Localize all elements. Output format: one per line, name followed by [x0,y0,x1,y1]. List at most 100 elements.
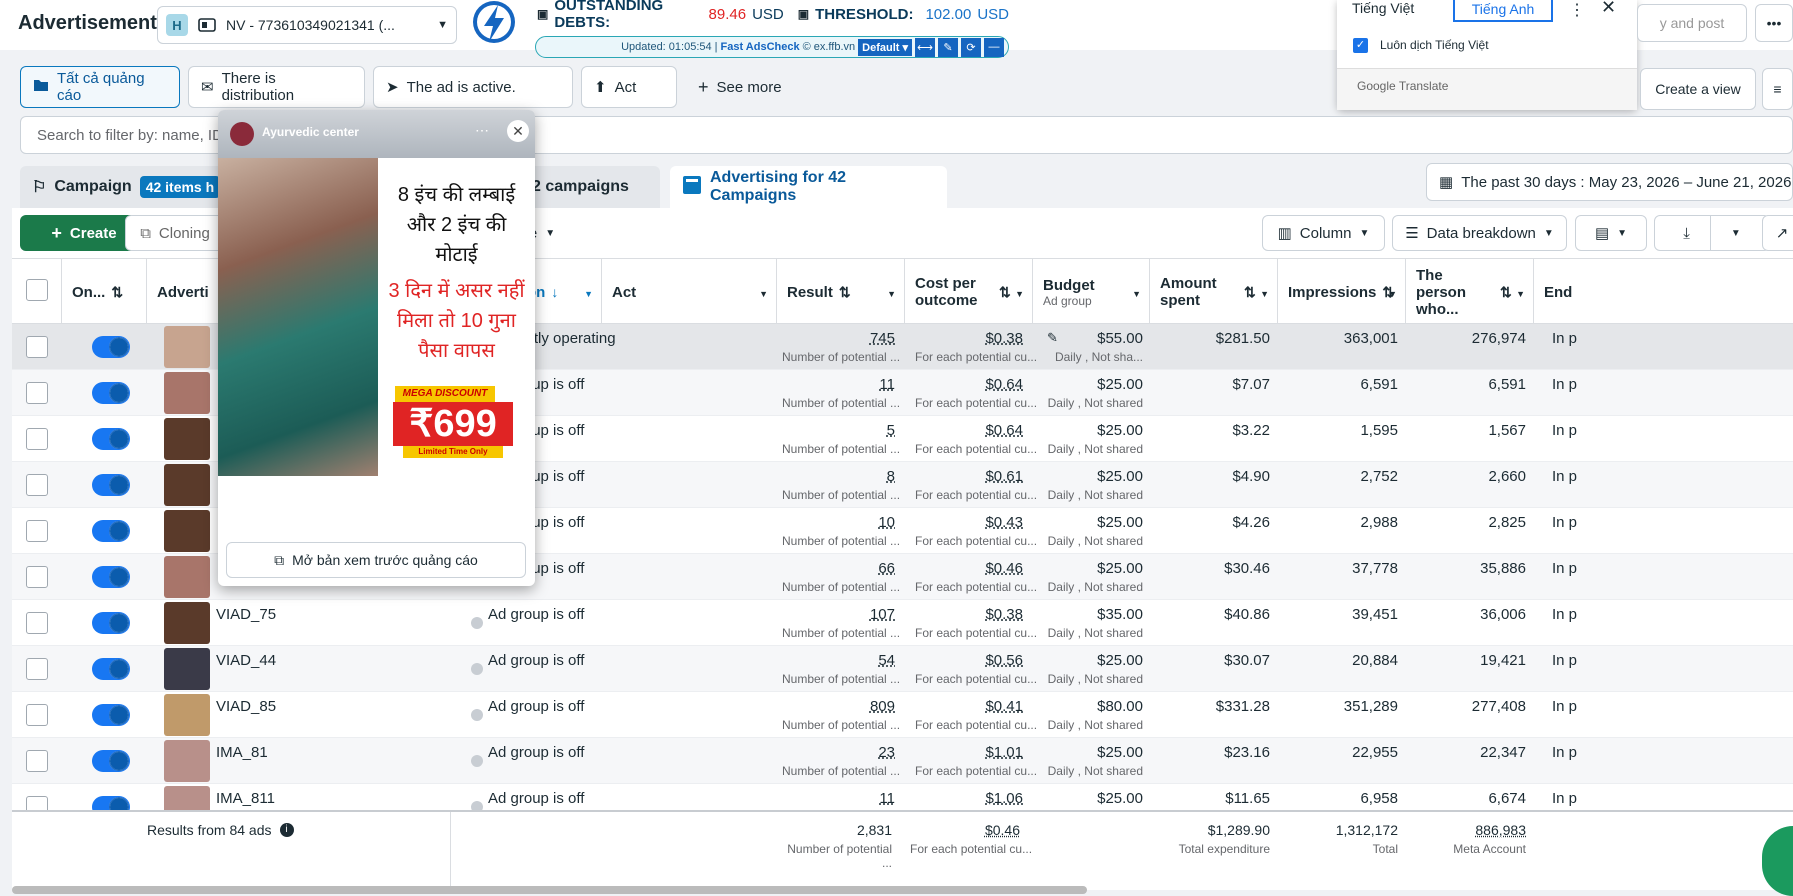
row-toggle[interactable] [92,520,130,542]
ad-thumbnail [164,418,210,460]
cell-end: In p [1552,698,1578,715]
tab-source-language[interactable]: Tiếng Việt [1352,0,1414,22]
see-more-button[interactable]: + See more [686,66,796,108]
table-row[interactable]: VIAD_75 Ad group is off 107 Number of poten… [12,600,1793,646]
row-toggle[interactable] [92,704,130,726]
column-onoff[interactable]: On... ⇅ [62,259,147,325]
settings-button[interactable]: ≡ [1762,68,1793,110]
expand-icon[interactable]: ⟷ [915,37,935,57]
ad-name[interactable]: IMA_811 [216,790,275,807]
row-toggle[interactable] [92,474,130,496]
tab-target-language[interactable]: Tiếng Anh [1453,0,1553,22]
ad-name[interactable]: VIAD_85 [216,698,276,715]
flag-icon: ⚐ [32,179,47,196]
cell-result: 66 [878,560,895,577]
row-toggle[interactable] [92,612,130,634]
date-range-picker[interactable]: ▦ The past 30 days : May 23, 2026 – June… [1426,163,1793,201]
row-checkbox[interactable] [26,658,48,680]
row-checkbox[interactable] [26,566,48,588]
partial-button[interactable]: y and post [1637,4,1747,42]
page-avatar [230,122,254,146]
select-all-checkbox[interactable] [26,279,48,301]
table-row[interactable]: IMA_81 Ad group is off 23 Number of potenti… [12,738,1793,784]
more-icon[interactable]: ⋯ [475,122,489,139]
more-button[interactable]: ••• [1755,4,1793,42]
ad-name[interactable]: VIAD_75 [216,606,276,623]
row-toggle[interactable] [92,658,130,680]
row-checkbox[interactable] [26,612,48,634]
row-toggle[interactable] [92,750,130,772]
close-icon[interactable]: ✕ [507,120,529,142]
horizontal-scrollbar[interactable] [12,886,1087,894]
tab-ads[interactable]: Advertising for 42 Campaigns [670,166,947,208]
row-toggle[interactable] [92,796,130,810]
row-checkbox[interactable] [26,474,48,496]
cloning-button[interactable]: ⧉ Cloning [125,215,225,251]
create-view-button[interactable]: Create a view [1640,68,1756,110]
row-checkbox[interactable] [26,520,48,542]
ad-thumbnail [164,510,210,552]
column-end[interactable]: End [1534,259,1594,325]
row-checkbox[interactable] [26,382,48,404]
always-translate-checkbox[interactable]: ✓ [1353,38,1368,53]
total-cpo: $0.46 [984,822,1020,838]
table-row[interactable]: VIAD_44 Ad group is off 54 Number of potent… [12,646,1793,692]
column-button[interactable]: ▥ Column ▼ [1262,215,1385,251]
filter-ad-active[interactable]: ➤ The ad is active. [373,66,573,108]
row-toggle[interactable] [92,566,130,588]
row-checkbox[interactable] [26,336,48,358]
column-amount-spent[interactable]: Amount spent ⇅ ▼ [1150,259,1278,325]
account-selector[interactable]: H NV - 773610349021341 (... ▼ [157,6,457,44]
cell-cpo-sub: For each potential cu... [915,626,1038,640]
mode-dropdown[interactable]: Default ▾ [858,38,912,56]
refresh-icon[interactable]: ⟳ [961,37,981,57]
row-toggle[interactable] [92,382,130,404]
row-checkbox[interactable] [26,750,48,772]
data-breakdown-button[interactable]: ☰ Data breakdown ▼ [1392,215,1567,251]
minimize-icon[interactable]: — [984,37,1004,57]
more-options-icon[interactable]: ⋮ [1569,0,1585,20]
debts-label: OUTSTANDING DEBTS: [554,0,664,31]
cell-cpo-sub: For each potential cu... [915,718,1038,732]
close-icon[interactable]: ✕ [1601,0,1616,18]
cell-spent: $281.50 [1215,330,1270,347]
column-reach[interactable]: The person who... ⇅ ▼ [1406,259,1534,325]
ad-thumbnail [164,786,210,810]
column-budget[interactable]: Budget Ad group ▼ [1033,259,1150,325]
info-icon[interactable]: i [279,823,294,837]
column-cost-per-outcome[interactable]: Cost per outcome ⇅ ▼ [905,259,1033,325]
ad-name[interactable]: IMA_81 [216,744,268,761]
filter-distribution[interactable]: ✉ There is distribution [188,66,365,108]
selected-badge: 42 items h [139,176,221,198]
row-checkbox[interactable] [26,428,48,450]
tab-adsets[interactable]: 2 campaigns [520,166,660,208]
filter-all-ads[interactable]: Tất cả quảng cáo [20,66,180,108]
cell-spent: $331.28 [1215,698,1270,715]
export-button[interactable]: ⤓ ▼ [1654,215,1770,251]
row-toggle[interactable] [92,428,130,450]
column-act[interactable]: Act ▼ [602,259,777,325]
column-impressions[interactable]: Impressions ⇅ ▼ [1278,259,1406,325]
google-translate-popup: Tiếng Việt Tiếng Anh ⋮ ✕ ✓ Luôn dịch Tiế… [1337,0,1637,110]
ad-name[interactable]: VIAD_44 [216,652,276,669]
open-ad-preview-button[interactable]: ⧉ Mở bản xem trước quảng cáo [226,542,526,578]
edit-budget-icon[interactable]: ✎ [1047,330,1058,346]
tab-campaign[interactable]: ⚐ Campaign 42 items h [20,166,240,208]
upload-icon: ⬆ [594,79,607,96]
fast-adscheck-logo-icon[interactable] [468,0,520,48]
column-result[interactable]: Result ⇅ ▼ [777,259,905,325]
edit-icon[interactable]: ✎ [938,37,958,57]
table-row[interactable]: VIAD_85 Ad group is off 809 Number of poten… [12,692,1793,738]
filter-act[interactable]: ⬆ Act [581,66,677,108]
cell-result: 5 [886,422,895,439]
row-checkbox[interactable] [26,796,48,810]
cell-result: 54 [878,652,895,669]
row-checkbox[interactable] [26,704,48,726]
cell-cpo: $0.61 [985,468,1023,485]
sliders-icon: ≡ [1773,81,1782,97]
chart-button[interactable]: ↗ [1762,215,1793,251]
row-toggle[interactable] [92,336,130,358]
total-impressions-sub: Total [1372,842,1398,856]
reports-button[interactable]: ▤ ▼ [1575,215,1647,251]
table-row[interactable]: IMA_811 Ad group is off 11 $1.06 $25.00 $11.6… [12,784,1793,810]
